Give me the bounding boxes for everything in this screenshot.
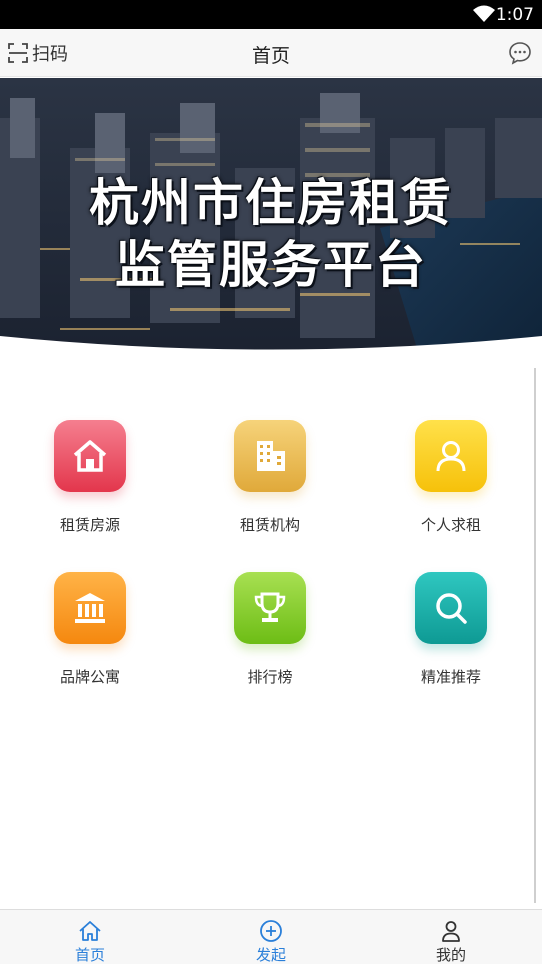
recommendations-tile (415, 572, 487, 644)
grid-label: 租赁房源 (59, 516, 120, 534)
grid-label: 品牌公寓 (59, 668, 120, 686)
bottom-tab-bar: 首页 发起 我的 (0, 909, 542, 964)
person-icon (436, 441, 466, 472)
tab-home[interactable]: 首页 (30, 910, 150, 965)
building-icon (257, 441, 285, 471)
trophy-icon (254, 592, 286, 622)
banner[interactable]: 杭州市住房租赁 监管服务平台 (0, 78, 542, 358)
rental-listings-tile (54, 420, 126, 492)
tab-launch[interactable]: 发起 (211, 910, 331, 965)
grid-item-personal-rental[interactable]: 个人求租 (381, 420, 521, 550)
grid-item-brand-apartments[interactable]: 品牌公寓 (20, 572, 160, 702)
rental-agencies-tile (234, 420, 306, 492)
grid-label: 精准推荐 (420, 668, 481, 686)
plus-circle-icon (260, 920, 282, 942)
wifi-icon (473, 5, 495, 22)
grid-item-rental-listings[interactable]: 租赁房源 (20, 420, 160, 550)
page-title: 首页 (251, 45, 290, 67)
home-icon (79, 921, 101, 941)
house-icon (73, 440, 107, 472)
status-bar: 1:07 (0, 0, 542, 29)
grid-label: 排行榜 (247, 668, 293, 686)
message-icon[interactable] (508, 41, 532, 65)
tab-home-label: 首页 (74, 946, 105, 964)
status-time: 1:07 (495, 5, 534, 25)
bank-icon (75, 593, 105, 623)
scrollbar[interactable] (534, 368, 536, 903)
grid-item-rankings[interactable]: 排行榜 (200, 572, 340, 702)
tab-mine-label: 我的 (435, 946, 466, 964)
banner-title-line2: 监管服务平台 (115, 236, 427, 294)
grid-label: 个人求租 (420, 516, 481, 534)
brand-apartments-tile (54, 572, 126, 644)
tab-launch-label: 发起 (255, 946, 286, 964)
personal-rental-tile (415, 420, 487, 492)
grid-item-recommendations[interactable]: 精准推荐 (381, 572, 521, 702)
search-icon (436, 593, 467, 624)
user-icon (442, 921, 460, 942)
rankings-tile (234, 572, 306, 644)
tab-mine[interactable]: 我的 (391, 910, 511, 965)
grid-item-rental-agencies[interactable]: 租赁机构 (200, 420, 340, 550)
app-header: 扫码 首页 (0, 29, 542, 77)
grid-label: 租赁机构 (239, 516, 300, 534)
